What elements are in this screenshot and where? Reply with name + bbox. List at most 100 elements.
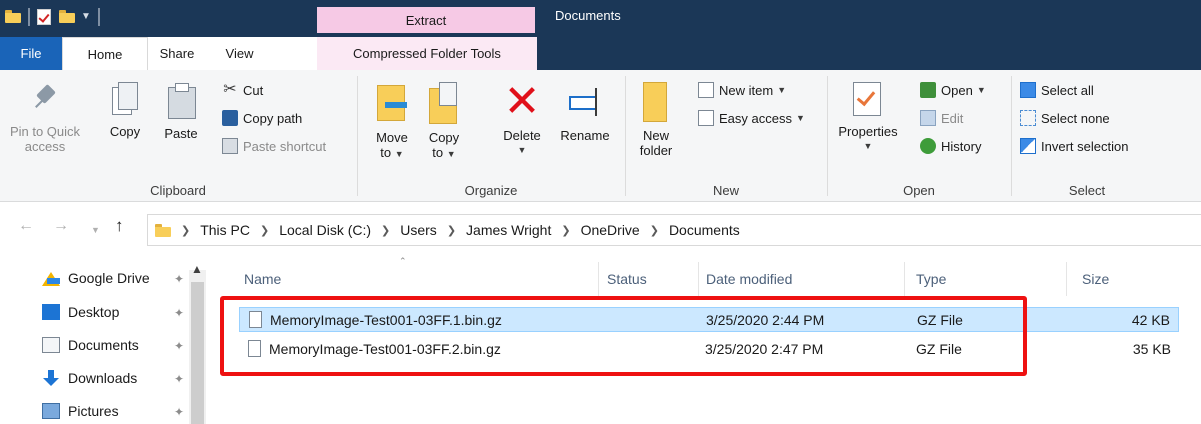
column-header-name[interactable]: Name: [244, 271, 281, 287]
breadcrumb-chevron-icon[interactable]: ❯: [260, 224, 269, 237]
rename-button[interactable]: Rename: [554, 82, 616, 143]
open-group-label: Open: [903, 183, 935, 198]
new-group-label: New: [712, 183, 739, 198]
tab-view[interactable]: View: [206, 37, 273, 70]
new-item-button[interactable]: New item ▼: [698, 82, 786, 98]
nav-item-label: Google Drive: [68, 270, 150, 286]
paste-button[interactable]: Paste: [160, 82, 202, 141]
breadcrumb-user-folder[interactable]: James Wright: [466, 222, 551, 238]
new-item-label: New item: [719, 82, 774, 98]
column-divider[interactable]: [1066, 262, 1067, 296]
column-divider[interactable]: [698, 262, 699, 296]
select-all-label: Select all: [1041, 82, 1094, 98]
column-header-date-modified[interactable]: Date modified: [706, 271, 792, 287]
scroll-up-arrow-icon[interactable]: ▲: [191, 262, 203, 276]
rename-icon: [567, 82, 603, 122]
select-group: Select all Select none Invert selection …: [1012, 70, 1162, 202]
breadcrumb-documents[interactable]: Documents: [669, 222, 740, 238]
chevron-down-icon: ▼: [394, 149, 404, 159]
folder-icon[interactable]: [5, 10, 21, 23]
paste-label: Paste: [164, 126, 198, 141]
new-folder-label-line1: New: [642, 128, 669, 143]
column-divider[interactable]: [904, 262, 905, 296]
documents-icon: [42, 337, 60, 353]
nav-item-pictures[interactable]: Pictures: [42, 399, 119, 423]
history-icon: [920, 138, 936, 154]
copy-path-button[interactable]: Copy path: [222, 110, 302, 126]
column-header-type[interactable]: Type: [916, 271, 946, 287]
delete-label: Delete: [503, 128, 541, 143]
paste-shortcut-icon: [222, 138, 238, 154]
move-to-button[interactable]: Move to ▼: [372, 82, 412, 162]
copy-button[interactable]: Copy: [104, 82, 146, 139]
open-button[interactable]: Open ▼: [920, 82, 986, 98]
invert-selection-button[interactable]: Invert selection: [1020, 138, 1128, 154]
cut-button[interactable]: ✂ Cut: [222, 82, 263, 98]
tab-share[interactable]: Share: [148, 37, 206, 70]
select-none-button[interactable]: Select none: [1020, 110, 1110, 126]
column-header-size[interactable]: Size: [1082, 271, 1109, 287]
new-folder-icon[interactable]: [59, 10, 75, 23]
organize-group: Move to ▼ Copy to ▼ ✕ Delete ▼ Rename Or…: [358, 70, 624, 202]
breadcrumb-chevron-icon[interactable]: ❯: [181, 224, 190, 237]
copy-to-button[interactable]: Copy to ▼: [424, 82, 464, 162]
pin-to-quick-access-button[interactable]: Pin to Quick access: [4, 82, 86, 154]
tab-file[interactable]: File: [0, 37, 62, 70]
pin-label-line1: Pin to Quick: [9, 124, 81, 139]
nav-item-downloads[interactable]: Downloads: [42, 366, 137, 390]
nav-item-label: Desktop: [68, 304, 120, 320]
new-folder-label-line2: folder: [639, 143, 673, 158]
breadcrumb-local-disk[interactable]: Local Disk (C:): [279, 222, 371, 238]
tab-compressed-folder-tools[interactable]: Compressed Folder Tools: [317, 37, 537, 70]
back-arrow-icon[interactable]: ←: [18, 218, 34, 234]
up-arrow-icon[interactable]: ↑: [115, 217, 124, 234]
breadcrumb-users[interactable]: Users: [400, 222, 437, 238]
breadcrumb-chevron-icon[interactable]: ❯: [650, 224, 659, 237]
quick-access-toolbar: ▼: [0, 0, 107, 33]
select-all-button[interactable]: Select all: [1020, 82, 1094, 98]
breadcrumb-chevron-icon[interactable]: ❯: [447, 224, 456, 237]
customize-toolbar-dropdown-icon[interactable]: ▼: [81, 11, 91, 22]
breadcrumb-chevron-icon[interactable]: ❯: [561, 224, 570, 237]
nav-item-google-drive[interactable]: Google Drive: [42, 266, 150, 290]
annotation-highlight-box: [220, 296, 1027, 376]
sort-ascending-icon: ⌃: [399, 256, 407, 266]
ribbon: Pin to Quick access Copy Paste ✂ Cut Cop…: [0, 70, 1201, 202]
nav-item-desktop[interactable]: Desktop: [42, 300, 119, 324]
properties-button[interactable]: Properties ▼: [834, 82, 902, 154]
history-button[interactable]: History: [920, 138, 981, 154]
folder-icon: [155, 223, 171, 237]
breadcrumb-chevron-icon[interactable]: ❯: [381, 224, 390, 237]
nav-scrollbar-thumb[interactable]: [191, 282, 204, 424]
copy-to-label-line2: to: [432, 145, 444, 160]
easy-access-button[interactable]: Easy access ▼: [698, 110, 805, 126]
edit-button[interactable]: Edit: [920, 110, 963, 126]
forward-arrow-icon[interactable]: →: [53, 218, 69, 234]
new-folder-icon: [643, 82, 669, 122]
extract-context-tab[interactable]: Extract: [317, 7, 535, 33]
properties-check-icon[interactable]: [37, 8, 51, 25]
column-header-status[interactable]: Status: [607, 271, 647, 287]
open-group: Properties ▼ Open ▼ Edit History Open: [828, 70, 1010, 202]
nav-item-documents[interactable]: Documents: [42, 333, 139, 357]
delete-button[interactable]: ✕ Delete ▼: [498, 80, 546, 158]
column-divider[interactable]: [598, 262, 599, 296]
chevron-down-icon: ▼: [863, 141, 873, 151]
chevron-down-icon: ▼: [777, 85, 787, 95]
open-icon: [920, 82, 936, 98]
paste-shortcut-button[interactable]: Paste shortcut: [222, 138, 326, 154]
pin-icon: ✦: [174, 339, 185, 353]
recent-locations-chevron-icon[interactable]: ▼: [91, 222, 100, 238]
google-drive-icon: [42, 270, 60, 286]
tab-home[interactable]: Home: [62, 37, 148, 70]
breadcrumb-onedrive[interactable]: OneDrive: [581, 222, 640, 238]
new-folder-button[interactable]: New folder: [634, 82, 678, 158]
pin-icon: [29, 82, 61, 116]
rename-label: Rename: [560, 128, 610, 143]
copy-to-icon: [427, 82, 461, 124]
breadcrumb-this-pc[interactable]: This PC: [200, 222, 250, 238]
paste-icon: [166, 82, 196, 119]
clipboard-group-label: Clipboard: [150, 183, 206, 198]
new-group: New folder New item ▼ Easy access ▼ New: [626, 70, 826, 202]
address-bar[interactable]: ❯ This PC ❯ Local Disk (C:) ❯ Users ❯ Ja…: [147, 214, 1201, 246]
